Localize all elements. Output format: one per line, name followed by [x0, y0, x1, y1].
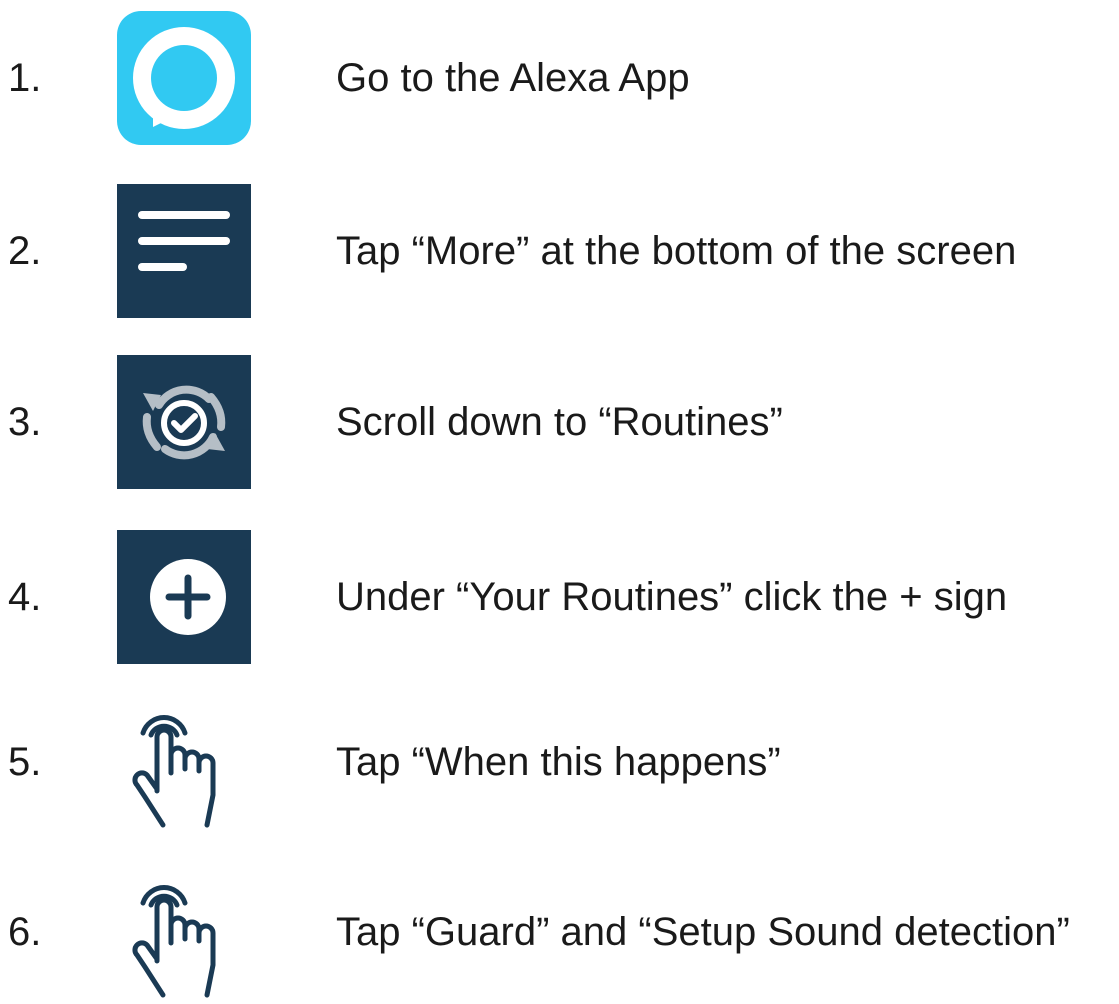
menu-more-icon — [117, 184, 251, 318]
routines-icon — [117, 355, 251, 489]
plus-circle-icon — [117, 530, 251, 664]
step-1: 1. Go to the Alexa App — [0, 8, 1119, 148]
step-6: 6. Tap “Guard” and “Setup Sound detectio… — [0, 862, 1119, 1002]
step-2: 2. Tap “More” at the bottom of the scree… — [0, 181, 1119, 321]
step-text: Tap “More” at the bottom of the screen — [336, 229, 1017, 273]
step-number: 3. — [8, 400, 42, 444]
tap-hand-icon — [117, 695, 251, 829]
step-text: Under “Your Routines” click the + sign — [336, 575, 1008, 619]
step-number: 2. — [8, 229, 42, 273]
step-4: 4. Under “Your Routines” click the + sig… — [0, 527, 1119, 667]
step-number: 1. — [8, 56, 42, 100]
alexa-app-icon — [117, 11, 251, 145]
tap-hand-icon — [117, 865, 251, 999]
step-number: 6. — [8, 910, 42, 954]
step-text: Tap “Guard” and “Setup Sound detection” — [336, 910, 1070, 954]
step-text: Scroll down to “Routines” — [336, 400, 783, 444]
step-text: Tap “When this happens” — [336, 740, 781, 784]
step-text: Go to the Alexa App — [336, 56, 690, 100]
step-5: 5. Tap “When this happens” — [0, 692, 1119, 832]
step-3: 3. Scroll down to “Routines” — [0, 352, 1119, 492]
step-number: 5. — [8, 740, 42, 784]
step-number: 4. — [8, 575, 42, 619]
